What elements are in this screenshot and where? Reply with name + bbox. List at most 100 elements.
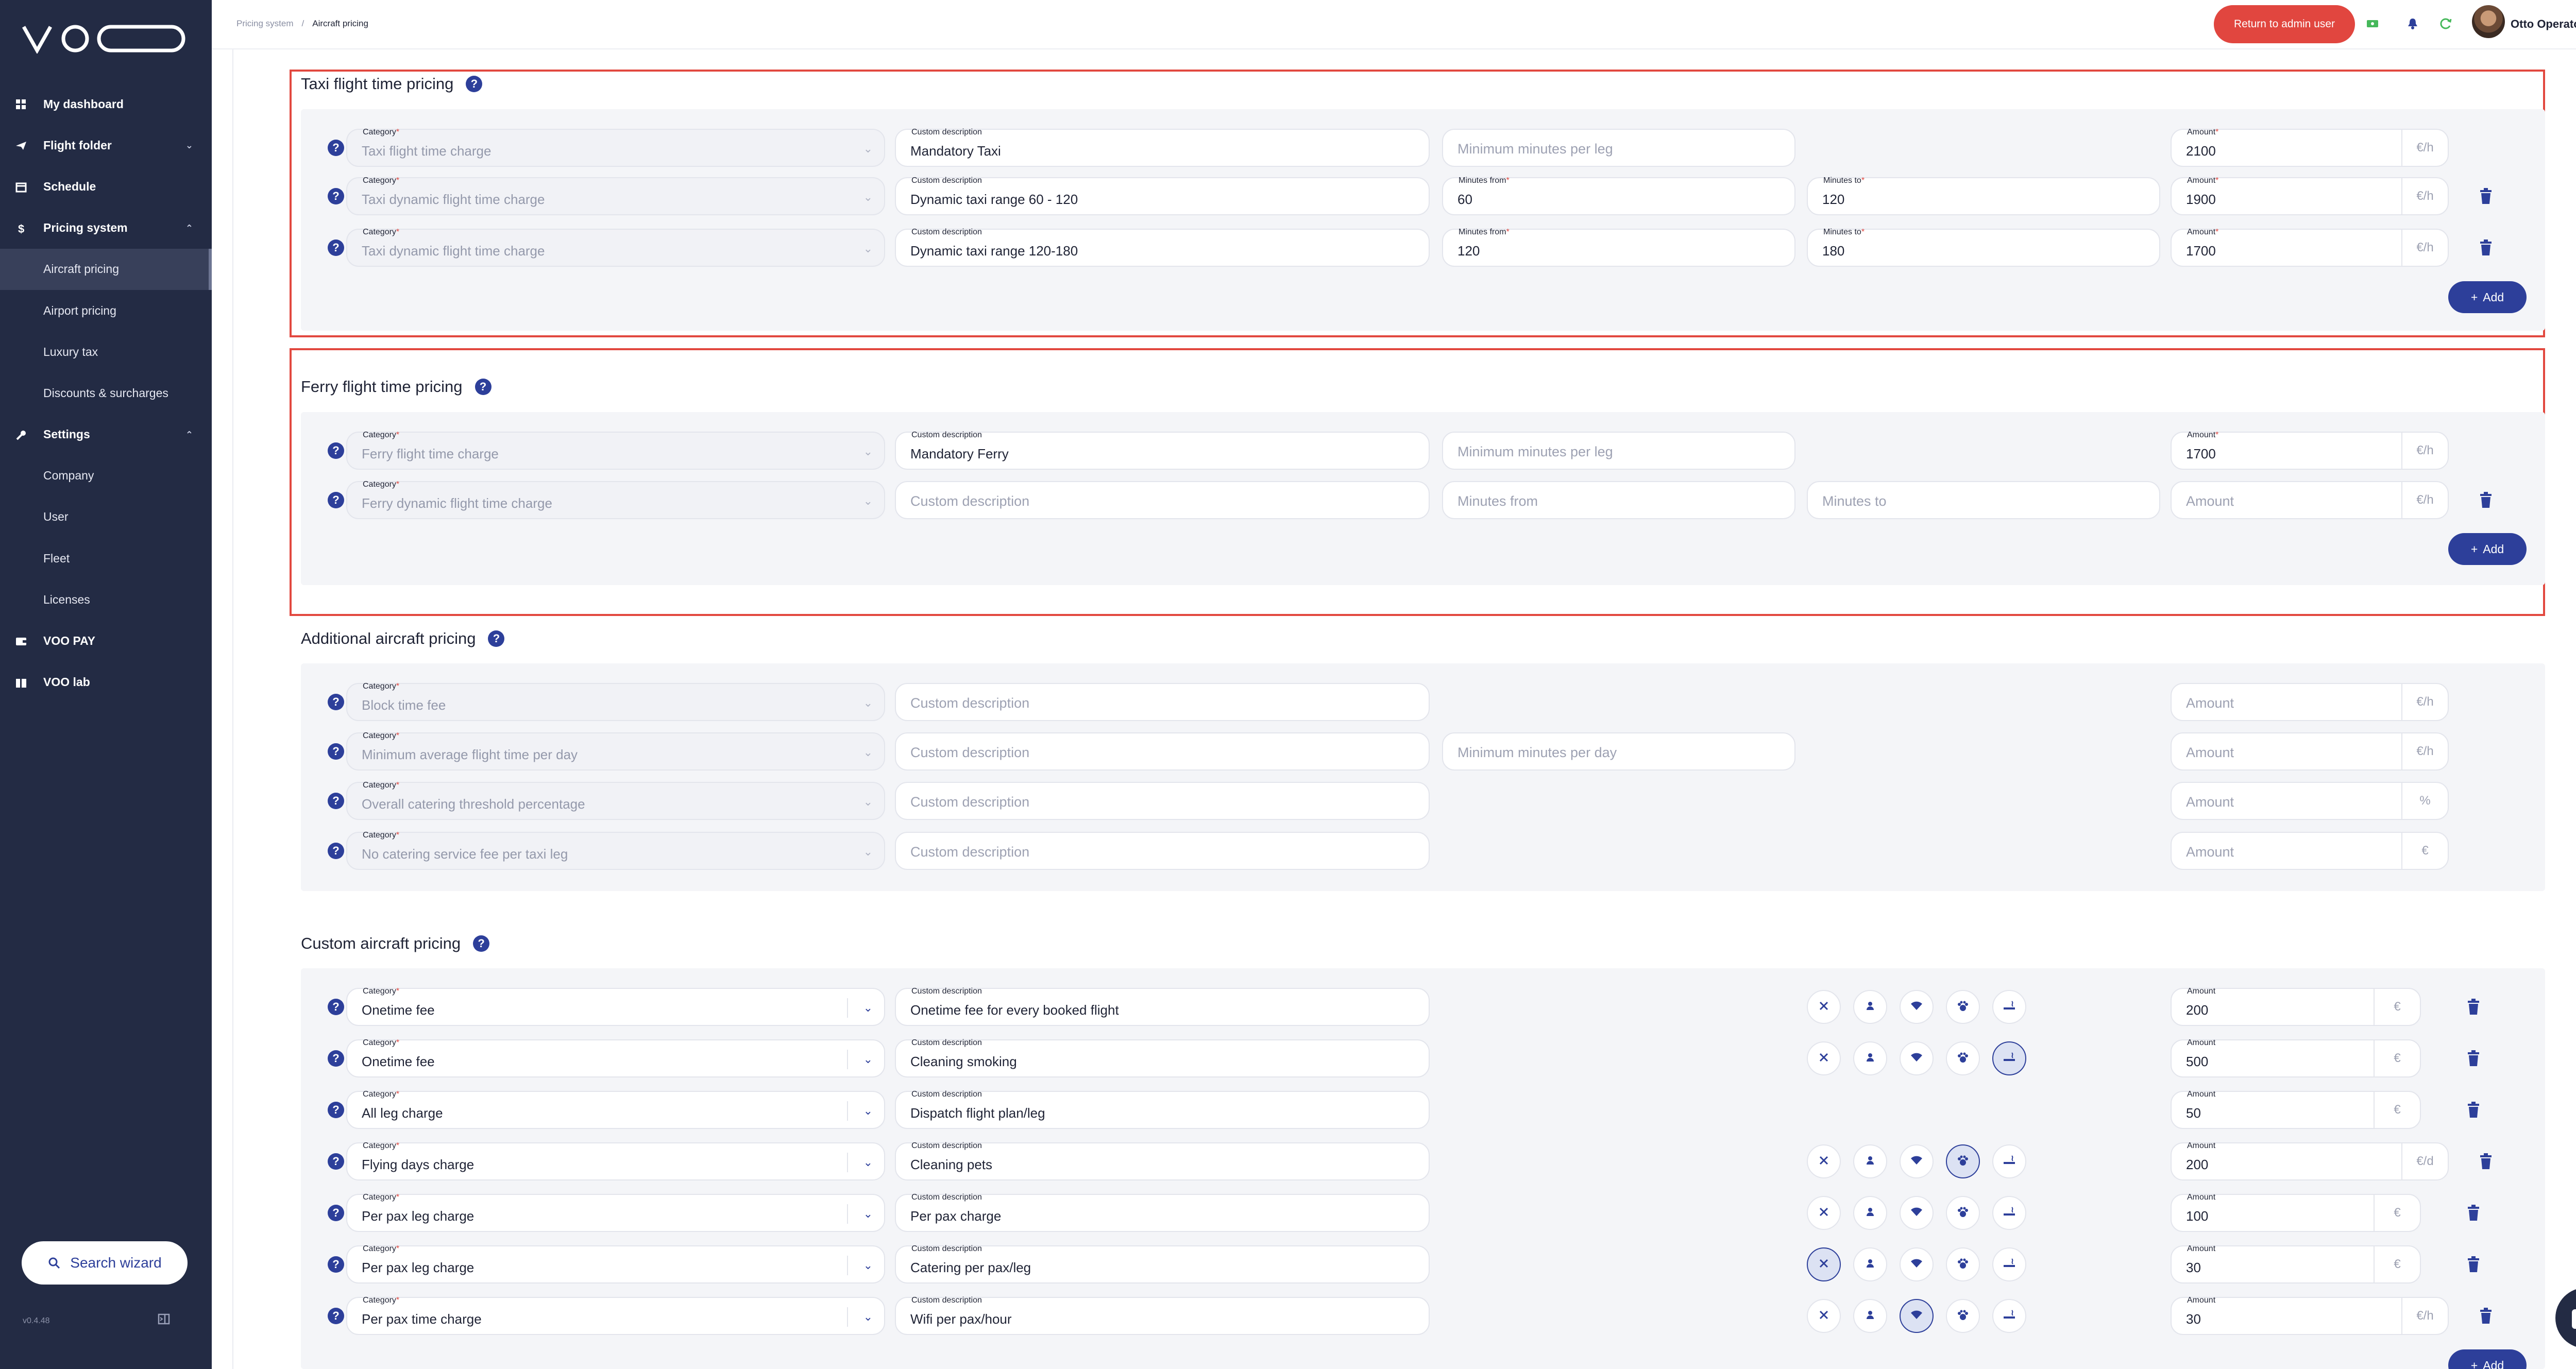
minutes-to-input[interactable]: Minutes to* 120	[1807, 176, 2160, 215]
pet-icon-toggle[interactable]	[1946, 1041, 1980, 1075]
custom-description-input[interactable]: Custom description Wifi per pax/hour	[895, 1296, 1430, 1335]
trash-icon[interactable]	[2467, 1050, 2480, 1067]
sidebar-item-licenses[interactable]: Licenses	[0, 579, 212, 620]
add-button[interactable]: + Add	[2448, 533, 2527, 565]
custom-description-input[interactable]: Custom description	[895, 481, 1430, 519]
person-icon-toggle[interactable]	[1853, 1299, 1887, 1333]
minutes-to-input[interactable]: Minutes to	[1807, 481, 2160, 519]
help-icon[interactable]: ?	[328, 1205, 344, 1221]
chevron-down-icon[interactable]: ⌄	[863, 1001, 873, 1015]
pet-icon-toggle[interactable]	[1946, 1247, 1980, 1281]
chevron-down-icon[interactable]: ⌄	[863, 1053, 873, 1066]
wifi-icon-toggle[interactable]	[1900, 1196, 1934, 1230]
minimum-minutes-input[interactable]: Minimum minutes per leg	[1442, 432, 1795, 470]
sidebar-item-aircraft-pricing[interactable]: Aircraft pricing	[0, 248, 212, 290]
trash-icon[interactable]	[2479, 492, 2493, 508]
catering-icon-toggle[interactable]	[1807, 1144, 1841, 1178]
category-select[interactable]: Category* Per pax leg charge ⌄	[346, 1244, 885, 1284]
amount-input[interactable]: Amount €/h	[2171, 481, 2449, 519]
catering-icon-toggle[interactable]	[1807, 1196, 1841, 1230]
amount-input[interactable]: Amount €/h	[2171, 732, 2449, 771]
help-icon[interactable]: ?	[328, 843, 344, 859]
amount-input[interactable]: Amount 200 €/d	[2171, 1141, 2449, 1180]
add-button[interactable]: + Add	[2448, 281, 2527, 313]
sidebar-item-voo-pay[interactable]: VOO PAY	[0, 620, 212, 661]
amount-input[interactable]: Amount%	[2171, 782, 2449, 820]
trash-icon[interactable]	[2467, 999, 2480, 1015]
chevron-down-icon[interactable]: ⌄	[863, 1207, 873, 1221]
pet-icon-toggle[interactable]	[1946, 1196, 1980, 1230]
help-icon[interactable]: ?	[328, 188, 344, 204]
person-icon-toggle[interactable]	[1853, 1041, 1887, 1075]
catering-icon-toggle[interactable]	[1807, 1299, 1841, 1333]
custom-description-input[interactable]: Custom description Onetime fee for every …	[895, 987, 1430, 1026]
help-icon[interactable]: ?	[328, 239, 344, 256]
trash-icon[interactable]	[2479, 1308, 2493, 1324]
chevron-down-icon[interactable]: ⌄	[863, 1156, 873, 1169]
sidebar-item-flight-folder[interactable]: Flight folder ⌄	[0, 125, 212, 166]
catering-icon-toggle[interactable]	[1807, 990, 1841, 1024]
trash-icon[interactable]	[2467, 1102, 2480, 1118]
category-select[interactable]: Category* Onetime fee ⌄	[346, 987, 885, 1026]
help-icon[interactable]: ?	[328, 140, 344, 156]
smoking-icon-toggle[interactable]	[1992, 1144, 2026, 1178]
minutes-from-input[interactable]: Minutes from* 120	[1442, 228, 1795, 267]
minimum-minutes-input[interactable]: Minimum minutes per day	[1442, 732, 1795, 771]
trash-icon[interactable]	[2479, 1153, 2493, 1170]
help-icon[interactable]: ?	[328, 1308, 344, 1324]
trash-icon[interactable]	[2479, 239, 2493, 256]
custom-description-input[interactable]: Custom description	[895, 683, 1430, 721]
person-icon-toggle[interactable]	[1853, 1144, 1887, 1178]
amount-input[interactable]: Amount €	[2171, 832, 2449, 870]
person-icon-toggle[interactable]	[1853, 990, 1887, 1024]
wifi-icon-toggle[interactable]	[1900, 1041, 1934, 1075]
help-icon[interactable]: ?	[328, 442, 344, 459]
help-icon[interactable]: ?	[488, 630, 505, 647]
pet-icon-toggle[interactable]	[1946, 990, 1980, 1024]
person-icon-toggle[interactable]	[1853, 1196, 1887, 1230]
category-select[interactable]: Category* Per pax leg charge ⌄	[346, 1193, 885, 1232]
pet-icon-toggle[interactable]	[1946, 1299, 1980, 1333]
chevron-down-icon[interactable]: ⌄	[863, 1104, 873, 1118]
category-select[interactable]: Category* All leg charge ⌄	[346, 1090, 885, 1129]
chevron-down-icon[interactable]: ⌄	[863, 1310, 873, 1324]
amount-input[interactable]: Amount 100 €	[2171, 1193, 2421, 1232]
sidebar-item-luxury-tax[interactable]: Luxury tax	[0, 331, 212, 372]
help-icon[interactable]: ?	[328, 1102, 344, 1118]
help-icon[interactable]: ?	[328, 1153, 344, 1170]
pet-icon-toggle[interactable]	[1946, 1144, 1980, 1178]
category-select[interactable]: Category* Per pax time charge ⌄	[346, 1296, 885, 1335]
voo-logo[interactable]	[22, 24, 187, 54]
catering-icon-toggle[interactable]	[1807, 1247, 1841, 1281]
category-select[interactable]: Category* Onetime fee ⌄	[346, 1038, 885, 1077]
minutes-from-input[interactable]: Minutes from	[1442, 481, 1795, 519]
custom-description-input[interactable]: Custom description Cleaning smoking	[895, 1038, 1430, 1077]
help-icon[interactable]: ?	[328, 793, 344, 809]
sidebar-item-pricing-system[interactable]: $ Pricing system ⌃	[0, 208, 212, 249]
trash-icon[interactable]	[2479, 188, 2493, 204]
sync-icon[interactable]	[2438, 16, 2453, 31]
custom-description-input[interactable]: Custom description	[895, 782, 1430, 820]
avatar[interactable]	[2472, 5, 2505, 38]
custom-description-input[interactable]: Custom description Per pax charge	[895, 1193, 1430, 1232]
smoking-icon-toggle[interactable]	[1992, 1196, 2026, 1230]
help-icon[interactable]: ?	[328, 694, 344, 710]
amount-input[interactable]: Amount 500 €	[2171, 1038, 2421, 1077]
category-select[interactable]: Category* Flying days charge ⌄	[346, 1141, 885, 1180]
smoking-icon-toggle[interactable]	[1992, 1299, 2026, 1333]
custom-description-input[interactable]: Custom description Dynamic taxi range 120…	[895, 228, 1430, 267]
trash-icon[interactable]	[2467, 1256, 2480, 1273]
minutes-to-input[interactable]: Minutes to* 180	[1807, 228, 2160, 267]
amount-input[interactable]: Amount 50 €	[2171, 1090, 2421, 1129]
custom-description-input[interactable]: Custom description Cleaning pets	[895, 1141, 1430, 1180]
help-icon[interactable]: ?	[474, 379, 492, 395]
amount-input[interactable]: Amount* 1700 €/h	[2171, 431, 2449, 470]
sidebar-item-discounts-surcharges[interactable]: Discounts & surcharges	[0, 372, 212, 414]
help-icon[interactable]: ?	[328, 492, 344, 508]
smoking-icon-toggle[interactable]	[1992, 990, 2026, 1024]
money-icon[interactable]	[2365, 16, 2380, 31]
custom-description-input[interactable]: Custom description Catering per pax/leg	[895, 1244, 1430, 1284]
return-to-admin-button[interactable]: Return to admin user	[2214, 5, 2355, 43]
sidebar-item-my-dashboard[interactable]: My dashboard	[0, 83, 212, 125]
amount-input[interactable]: Amount 30 €	[2171, 1244, 2421, 1284]
